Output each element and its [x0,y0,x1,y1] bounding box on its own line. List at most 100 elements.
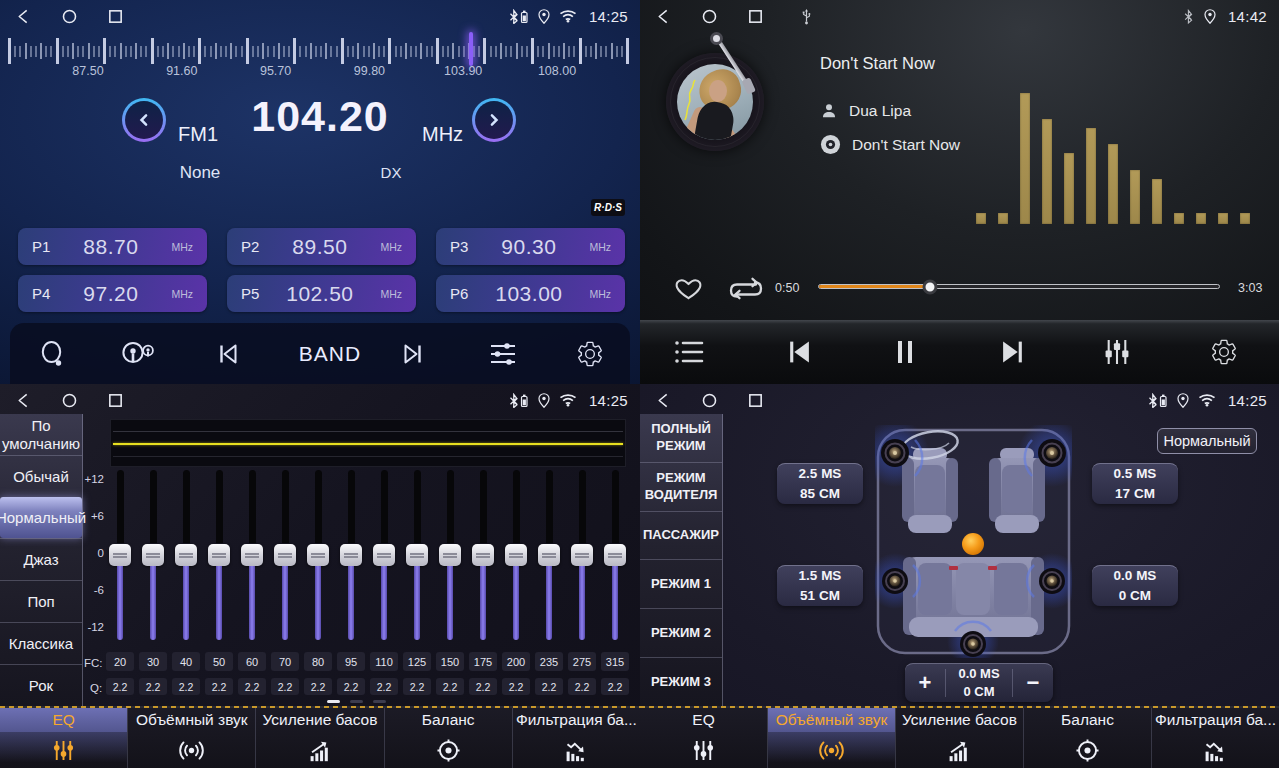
eq-band-slider[interactable] [137,470,169,640]
band-button[interactable]: BAND [299,342,361,366]
previous-track-icon[interactable] [786,339,813,366]
tab-filter[interactable]: Фильтрация ба... [1151,708,1279,768]
progress-bar[interactable] [818,284,1220,289]
eq-band-slider[interactable] [434,470,466,640]
pause-icon[interactable] [893,338,917,366]
playlist-icon[interactable] [673,339,705,366]
delay-front-right[interactable]: 0.5 MS17 CM [1092,463,1178,504]
eq-band-slider[interactable] [566,470,598,640]
delay-front-left[interactable]: 2.5 MS85 CM [777,463,863,504]
eq-band-slider[interactable] [467,470,499,640]
eq-band-slider[interactable] [302,470,334,640]
tab-bass-boost[interactable]: Усиление басов [255,708,383,768]
tab-surround[interactable]: Объёмный звук [127,708,255,768]
scan-icon[interactable] [38,339,68,369]
album-art[interactable] [666,53,764,151]
slider-handle[interactable] [142,544,164,566]
slider-handle[interactable] [208,544,230,566]
mode-item[interactable]: РЕЖИМ 3 [640,657,722,706]
tab-eq[interactable]: EQ [640,708,767,768]
eq-preset-item[interactable]: Нормальный [0,497,82,538]
slider-handle[interactable] [505,544,527,566]
slider-handle[interactable] [340,544,362,566]
radio-preset-4[interactable]: P497.20MHz [18,275,207,312]
tuner-dial[interactable] [8,38,630,64]
radio-preset-1[interactable]: P188.70MHz [18,228,207,265]
recents-icon[interactable] [747,392,764,409]
home-icon[interactable] [61,8,78,25]
slider-handle[interactable] [175,544,197,566]
tab-surround[interactable]: Объёмный звук [767,708,895,768]
eq-band-slider[interactable] [401,470,433,640]
slider-handle[interactable] [109,544,131,566]
eq-band-slider[interactable] [236,470,268,640]
eq-band-slider[interactable] [368,470,400,640]
mode-item[interactable]: РЕЖИМ 2 [640,608,722,657]
slider-handle[interactable] [373,544,395,566]
tab-balance[interactable]: Баланс [384,708,512,768]
home-icon[interactable] [701,8,718,25]
back-icon[interactable] [15,392,32,409]
slider-handle[interactable] [439,544,461,566]
back-icon[interactable] [655,392,672,409]
next-track-icon[interactable] [1000,339,1027,366]
radio-preset-3[interactable]: P390.30MHz [436,228,625,265]
eq-band-slider[interactable] [533,470,565,640]
eq-preset-item[interactable]: Обычай [0,455,82,497]
eq-band-slider[interactable] [269,470,301,640]
home-icon[interactable] [61,392,78,409]
eq-band-slider[interactable] [104,470,136,640]
tab-filter[interactable]: Фильтрация ба... [512,708,640,768]
favorite-icon[interactable] [675,275,702,300]
mode-item[interactable]: ПОЛНЫЙ РЕЖИМ [640,414,722,462]
radio-preset-2[interactable]: P289.50MHz [227,228,416,265]
eq-band-slider[interactable] [203,470,235,640]
home-icon[interactable] [701,392,718,409]
tune-up-button[interactable] [472,98,516,142]
eq-preset-item[interactable]: По умолчанию [0,414,82,455]
slider-handle[interactable] [538,544,560,566]
slider-handle[interactable] [472,544,494,566]
tab-eq[interactable]: EQ [0,708,127,768]
mode-item[interactable]: ПАССАЖИР [640,511,722,560]
delay-minus-button[interactable]: − [1013,665,1053,701]
next-icon[interactable] [399,341,427,367]
mixer-icon[interactable] [1102,339,1132,366]
eq-band-slider[interactable] [170,470,202,640]
settings-gear-icon[interactable] [1210,338,1239,367]
eq-band-slider[interactable] [335,470,367,640]
previous-icon[interactable] [214,341,242,367]
surround-preset-button[interactable]: Нормальный [1157,428,1257,454]
progress-knob[interactable] [922,279,937,294]
eq-preset-item[interactable]: Поп [0,580,82,622]
tab-balance[interactable]: Баланс [1023,708,1151,768]
delay-rear-left[interactable]: 1.5 MS51 CM [777,565,863,606]
eq-preset-item[interactable]: Джаз [0,538,82,580]
repeat-icon[interactable] [728,277,764,302]
slider-handle[interactable] [571,544,593,566]
recents-icon[interactable] [107,392,124,409]
eq-settings-icon[interactable] [488,340,518,368]
eq-band-slider[interactable] [599,470,631,640]
slider-handle[interactable] [274,544,296,566]
recents-icon[interactable] [107,8,124,25]
back-icon[interactable] [15,8,32,25]
eq-preset-item[interactable]: Рок [0,664,82,706]
recents-icon[interactable] [747,8,764,25]
radio-preset-6[interactable]: P6103.00MHz [436,275,625,312]
tab-bass-boost[interactable]: Усиление басов [895,708,1023,768]
mode-item[interactable]: РЕЖИМ 1 [640,559,722,608]
eq-preset-item[interactable]: Классика [0,622,82,664]
eq-band-slider[interactable] [500,470,532,640]
broadcast-icon[interactable] [119,340,157,368]
delay-rear-right[interactable]: 0.0 MS0 CM [1092,565,1178,606]
mode-item[interactable]: РЕЖИМ ВОДИТЕЛЯ [640,462,722,511]
settings-gear-icon[interactable] [576,339,605,368]
slider-handle[interactable] [307,544,329,566]
slider-handle[interactable] [241,544,263,566]
back-icon[interactable] [655,8,672,25]
tune-down-button[interactable] [122,98,166,142]
slider-handle[interactable] [604,544,626,566]
slider-handle[interactable] [406,544,428,566]
radio-preset-5[interactable]: P5102.50MHz [227,275,416,312]
